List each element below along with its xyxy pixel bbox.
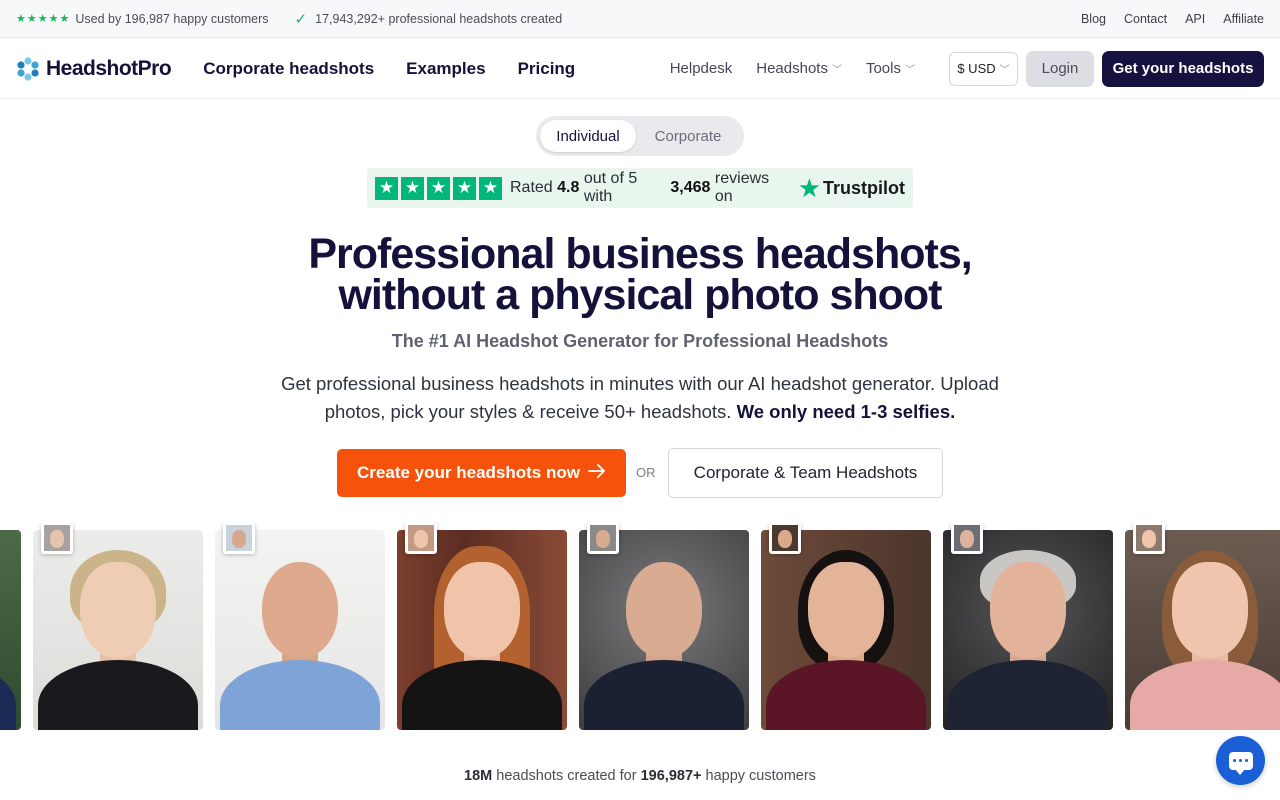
hero-description: Get professional business headshots in m… <box>250 370 1030 426</box>
create-headshots-button[interactable]: Create your headshots now <box>337 449 626 497</box>
selfie-thumbnail <box>223 522 255 554</box>
contact-link[interactable]: Contact <box>1124 12 1167 26</box>
headshot-photo <box>0 530 21 730</box>
chevron-down-icon: ﹀ <box>831 65 842 76</box>
rating-stars: ★ ★ ★ ★ ★ <box>16 12 69 25</box>
main-navigation: HeadshotPro Corporate headshots Examples… <box>0 39 1280 99</box>
selfie-thumbnail <box>41 522 73 554</box>
rating-value: 4.8 <box>557 179 580 196</box>
review-count: 3,468 <box>670 179 711 196</box>
corporate-team-button[interactable]: Corporate & Team Headshots <box>668 448 943 498</box>
rating-middle: out of 5 with <box>583 170 638 205</box>
nav-tools-dropdown[interactable]: Tools ﹀ <box>866 60 915 77</box>
headshot-photo <box>215 530 385 730</box>
tools-label: Tools <box>865 60 901 77</box>
star-icon: ★ <box>26 13 37 25</box>
toggle-individual[interactable]: Individual <box>540 120 636 152</box>
get-headshots-button[interactable]: Get your headshots <box>1102 50 1264 87</box>
chevron-down-icon: ﹀ <box>905 65 915 76</box>
rated-prefix: Rated <box>510 179 553 196</box>
chat-icon <box>1228 751 1253 775</box>
brand-name: HeadshotPro <box>46 56 172 80</box>
nav-examples[interactable]: Examples <box>406 59 485 79</box>
hero-title-line2: without a physical photo shoot <box>338 271 942 319</box>
stat-count: 18M <box>464 768 493 784</box>
headshot-examples-strip <box>0 522 1280 732</box>
hero-title-line1: Professional business headshots, <box>308 230 972 278</box>
top-announcement-bar: ★ ★ ★ ★ ★ Used by 196,987 happy customer… <box>0 0 1280 38</box>
api-link[interactable]: API <box>1185 12 1205 26</box>
toggle-corporate[interactable]: Corporate <box>636 128 740 145</box>
hero-subtitle: The #1 AI Headshot Generator for Profess… <box>391 331 889 351</box>
chevron-down-icon: ﹀ <box>999 65 1010 76</box>
headshot-stats: 18M headshots created for 196,987+ happy… <box>240 768 1040 784</box>
customers-count-text: Used by 196,987 happy customers <box>75 11 269 26</box>
star-icon: ★ <box>37 13 48 25</box>
nav-corporate-headshots[interactable]: Corporate headshots <box>203 59 374 79</box>
star-icon: ★ <box>48 13 59 25</box>
headshots-label: Headshots <box>756 60 828 77</box>
hero-title: Professional business headshots, without… <box>240 230 1040 319</box>
nav-right: Helpdesk Headshots ﹀ Tools ﹀ $ USD ﹀ Login… <box>670 50 1264 87</box>
login-button[interactable]: Login <box>1026 50 1094 87</box>
logo-icon <box>16 56 40 81</box>
star-icon: ★ <box>16 13 26 25</box>
stat-mid: headshots created for <box>496 768 637 784</box>
selfie-thumbnail <box>587 522 619 554</box>
helpdesk-label: Helpdesk <box>669 60 733 77</box>
selfie-thumbnail <box>951 522 983 554</box>
star-icon: ★ <box>59 13 70 25</box>
headshot-photo <box>579 530 749 730</box>
selfie-thumbnail <box>405 522 437 554</box>
arrow-right-icon <box>588 463 606 483</box>
currency-select[interactable]: $ USD ﹀ <box>949 51 1018 86</box>
stat-customers: 196,987+ <box>640 768 702 784</box>
check-icon: ✓ <box>294 10 308 28</box>
trustpilot-brand: Trustpilot <box>823 177 905 198</box>
affiliate-link[interactable]: Affiliate <box>1223 12 1264 26</box>
star-icon: ★ <box>453 176 476 200</box>
nav-pricing[interactable]: Pricing <box>518 59 576 79</box>
top-links: Blog Contact API Affiliate <box>1081 12 1264 26</box>
headshot-photo <box>943 530 1113 730</box>
blog-link[interactable]: Blog <box>1081 12 1106 26</box>
selfie-thumbnail <box>769 522 801 554</box>
headshots-count-text: 17,943,292+ professional headshots creat… <box>315 11 563 26</box>
headshot-photo <box>761 530 931 730</box>
rating-suffix: reviews on <box>714 170 770 205</box>
chat-widget-button[interactable] <box>1216 736 1265 785</box>
star-icon: ★ <box>427 176 450 200</box>
headshot-photo <box>1125 530 1280 730</box>
star-icon: ★ <box>375 176 398 200</box>
nav-helpdesk[interactable]: Helpdesk <box>670 60 733 77</box>
nav-headshots-dropdown[interactable]: Headshots ﹀ <box>756 60 842 77</box>
trustpilot-stars: ★ ★ ★ ★ ★ <box>375 176 502 200</box>
headshot-photo <box>397 530 567 730</box>
create-headshots-label: Create your headshots now <box>357 463 580 482</box>
or-separator: OR <box>636 465 656 480</box>
star-icon: ★ <box>479 176 502 200</box>
trustpilot-logo: ★ Trustpilot <box>798 175 905 201</box>
currency-value: $ USD <box>957 61 996 76</box>
selfie-thumbnail <box>1133 522 1165 554</box>
trustpilot-rating[interactable]: ★ ★ ★ ★ ★ Rated 4.8 out of 5 with 3,468 … <box>367 168 913 208</box>
trustpilot-star-icon: ★ <box>797 173 821 203</box>
primary-links: Corporate headshots Examples Pricing <box>203 59 575 79</box>
star-icon: ★ <box>401 176 424 200</box>
hero-description-bold: We only need 1-3 selfies. <box>736 401 956 422</box>
stat-end: happy customers <box>705 768 816 784</box>
headshot-photo <box>33 530 203 730</box>
logo[interactable]: HeadshotPro <box>16 56 172 81</box>
audience-toggle: Individual Corporate <box>536 116 744 156</box>
